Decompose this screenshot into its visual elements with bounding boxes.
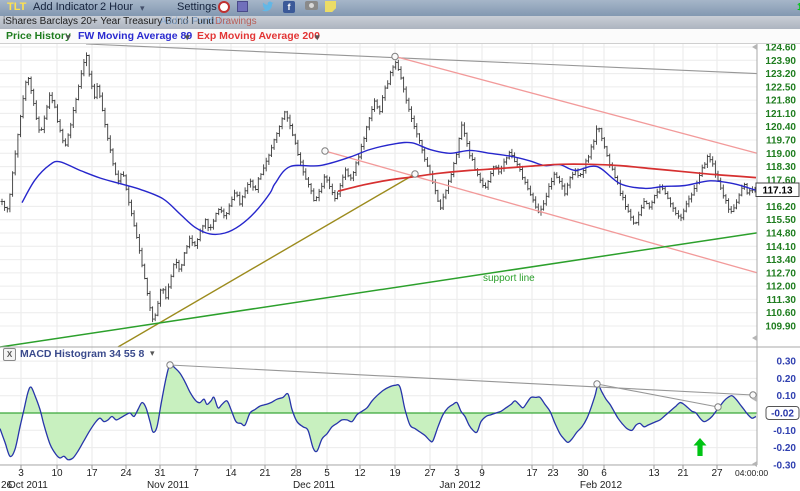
drawing-handle[interactable] bbox=[594, 381, 600, 387]
x-tick-label: 30 bbox=[577, 468, 589, 479]
price-history-caret-icon[interactable]: ▾ bbox=[66, 32, 71, 43]
month-label: Nov 2011 bbox=[147, 480, 190, 491]
x-tick-label: 9 bbox=[479, 468, 485, 479]
x-tick-label: 12 bbox=[354, 468, 366, 479]
price-axis-label: 111.30 bbox=[767, 295, 797, 306]
x-tick-label: 5 bbox=[324, 468, 330, 479]
x-tick-label: 7 bbox=[193, 468, 199, 479]
x-tick-label: 27 bbox=[711, 468, 723, 479]
x-tick-label: 3 bbox=[18, 468, 24, 479]
x-axis-labels: 3 10 17 24 31 7 14 21 28 5 12 19 27 3 9 17 23 30 6 13 21 27 bbox=[18, 465, 723, 479]
price-axis-label: 112.70 bbox=[766, 268, 796, 279]
x-tick-label: 21 bbox=[259, 468, 271, 479]
month-label: Feb 2012 bbox=[580, 480, 623, 491]
symbol-subbar: iShares Barclays 20+ Year Treasury Bond … bbox=[0, 16, 800, 29]
month-label: Dec 2011 bbox=[293, 480, 336, 491]
price-axis-label: 119.70 bbox=[766, 136, 796, 147]
x-tick-label: 14 bbox=[225, 468, 237, 479]
x-tick-label: 23 bbox=[547, 468, 559, 479]
macd-close-button[interactable]: X bbox=[3, 348, 16, 361]
drawing-handle[interactable] bbox=[715, 404, 721, 410]
legend-bar: Price History ▾ FW Moving Average 89 ▾ E… bbox=[0, 29, 800, 44]
macd-axis-label: 0.20 bbox=[777, 374, 797, 385]
price-axis-label: 119.00 bbox=[766, 149, 796, 160]
macd-axis-label: -0.30 bbox=[773, 460, 796, 471]
alarm-clock-icon[interactable] bbox=[218, 1, 230, 13]
x-tick-label: 28 bbox=[290, 468, 302, 479]
drawing-handle[interactable] bbox=[322, 148, 328, 154]
macd-axis-label: -0.10 bbox=[773, 426, 796, 437]
current-price-value: 117.13 bbox=[762, 185, 792, 196]
month-labels: 26Oct 2011Nov 2011Dec 2011Jan 2012Feb 20… bbox=[1, 480, 623, 491]
drawing-handle[interactable] bbox=[392, 53, 398, 59]
macd-axis-label: 0.10 bbox=[777, 391, 797, 402]
symbol-label: TLT bbox=[7, 1, 26, 13]
add-indicator-button[interactable]: Add Indicator bbox=[33, 1, 98, 13]
drawing-handle[interactable] bbox=[412, 171, 418, 177]
chart-canvas[interactable]: 124.60123.90123.20122.50121.80121.10120.… bbox=[0, 0, 800, 491]
x-tick-label: 21 bbox=[677, 468, 689, 479]
x-tick-label: 13 bbox=[648, 468, 660, 479]
price-axis-label: 114.80 bbox=[766, 229, 796, 240]
x-tick-label: 19 bbox=[389, 468, 401, 479]
price-axis-label: 124.60 bbox=[765, 43, 796, 54]
sticky-note-icon[interactable] bbox=[325, 1, 336, 12]
price-axis-label: 121.80 bbox=[765, 96, 796, 107]
price-axis-label: 118.30 bbox=[766, 162, 796, 173]
twitter-icon[interactable] bbox=[261, 1, 274, 15]
price-axis-label: 123.20 bbox=[765, 69, 796, 80]
x-tick-label: 17 bbox=[526, 468, 538, 479]
camera-icon[interactable] bbox=[305, 1, 318, 10]
last-bar-time: 04:00:00 bbox=[735, 468, 768, 478]
price-axis-label: 121.10 bbox=[765, 109, 796, 120]
ema200-caret-icon[interactable]: ▾ bbox=[315, 32, 320, 43]
price-axis-label: 123.90 bbox=[765, 56, 796, 67]
month-label: Jan 2012 bbox=[439, 480, 481, 491]
price-axis-label: 112.00 bbox=[766, 282, 796, 293]
x-tick-label: 31 bbox=[154, 468, 166, 479]
x-tick-label: 17 bbox=[86, 468, 98, 479]
macd-value: -0.02 bbox=[771, 409, 794, 420]
legend-ema200[interactable]: Exp Moving Average 200 bbox=[197, 30, 320, 42]
price-axis-label: 115.50 bbox=[766, 215, 796, 226]
price-axis-label: 113.40 bbox=[766, 255, 796, 266]
timeframe-button[interactable]: 2 Hour bbox=[100, 1, 133, 13]
month-label: Oct 2011 bbox=[8, 480, 48, 491]
x-tick-label: 3 bbox=[454, 468, 460, 479]
legend-ma89[interactable]: FW Moving Average 89 bbox=[78, 30, 192, 42]
x-tick-label: 27 bbox=[424, 468, 436, 479]
facebook-icon[interactable]: f bbox=[283, 1, 295, 13]
settings-button[interactable]: Settings bbox=[177, 1, 217, 13]
price-axis-label: 114.10 bbox=[766, 242, 796, 253]
toolbar: TLT Add Indicator 2 Hour ▾ Settings f ↑1… bbox=[0, 0, 800, 16]
price-axis-label: 120.40 bbox=[765, 122, 796, 133]
x-tick-label: 6 bbox=[601, 468, 607, 479]
drawing-handle[interactable] bbox=[167, 362, 173, 368]
x-tick-label: 24 bbox=[120, 468, 132, 479]
legend-price-history[interactable]: Price History bbox=[6, 30, 71, 42]
price-axis-label: 116.20 bbox=[766, 202, 796, 213]
macd-header: X MACD Histogram 34 55 8 ▾ bbox=[0, 348, 400, 362]
timeframe-caret-icon[interactable]: ▾ bbox=[140, 3, 145, 14]
drawings-menu[interactable]: Drawings bbox=[215, 16, 257, 27]
ma89-caret-icon[interactable]: ▾ bbox=[185, 32, 190, 43]
macd-caret-icon[interactable]: ▾ bbox=[150, 348, 155, 359]
price-axis-label: 109.90 bbox=[765, 322, 796, 333]
x-tick-label: 10 bbox=[51, 468, 63, 479]
price-axis-label: 110.60 bbox=[766, 308, 796, 319]
macd-axis-label: 0.30 bbox=[777, 357, 797, 368]
cube-icon[interactable] bbox=[237, 1, 248, 12]
support-line-label: support line bbox=[483, 273, 535, 284]
macd-axis-label: -0.20 bbox=[773, 443, 796, 454]
macd-title[interactable]: MACD Histogram 34 55 8 bbox=[20, 348, 144, 360]
price-axis-label: 122.50 bbox=[765, 82, 796, 93]
